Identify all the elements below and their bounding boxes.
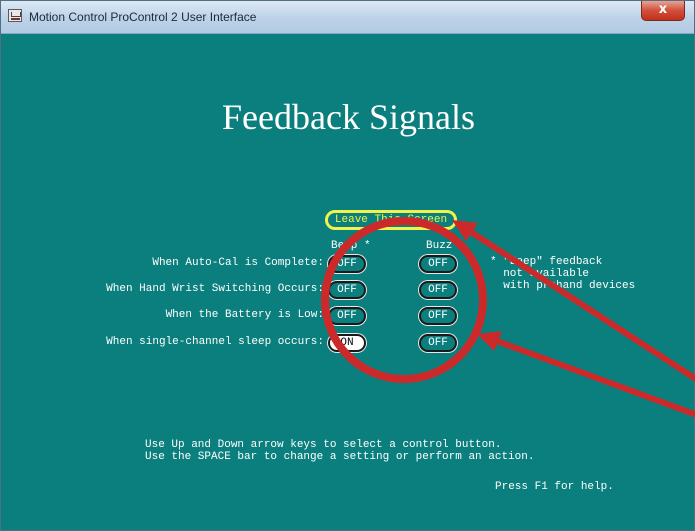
note-line: not available <box>503 268 590 280</box>
help-line: Use Up and Down arrow keys to select a c… <box>145 439 502 451</box>
buzz-toggle-battery-low[interactable]: OFF <box>419 307 457 325</box>
app-icon <box>8 9 22 22</box>
note-line: with prohand devices <box>503 280 636 292</box>
help-line: Use the SPACE bar to change a setting or… <box>145 451 535 463</box>
client-area: Feedback Signals Leave This Screen Beep … <box>8 34 689 525</box>
beep-asterisk: * <box>364 240 371 252</box>
note-asterisk: * <box>490 256 497 268</box>
page-title: Feedback Signals <box>222 97 475 137</box>
buzz-column-header: Buzz <box>426 240 453 252</box>
window-title: Motion Control ProControl 2 User Interfa… <box>29 10 257 24</box>
row-label-sleep: When single-channel sleep occurs: <box>106 336 324 348</box>
row-label-auto-cal: When Auto-Cal is Complete: <box>152 257 324 269</box>
beep-toggle-hand-wrist[interactable]: OFF <box>328 281 366 299</box>
app-window: Motion Control ProControl 2 User Interfa… <box>0 0 695 531</box>
title-bar[interactable]: Motion Control ProControl 2 User Interfa… <box>1 1 694 34</box>
leave-screen-button[interactable]: Leave This Screen <box>325 210 457 230</box>
row-label-hand-wrist: When Hand Wrist Switching Occurs: <box>106 283 324 295</box>
beep-header-label: Beep <box>331 240 358 252</box>
buzz-toggle-hand-wrist[interactable]: OFF <box>419 281 457 299</box>
row-label-battery-low: When the Battery is Low: <box>165 309 324 321</box>
beep-toggle-sleep[interactable]: ON <box>328 334 366 352</box>
beep-column-header: Beep * <box>331 240 371 252</box>
close-button[interactable]: x <box>641 1 685 21</box>
buzz-toggle-auto-cal[interactable]: OFF <box>419 255 457 273</box>
keyboard-help-text: Use Up and Down arrow keys to select a c… <box>145 439 534 463</box>
beep-toggle-auto-cal[interactable]: OFF <box>328 255 366 273</box>
note-line: "Beep" feedback <box>503 256 603 268</box>
beep-toggle-battery-low[interactable]: OFF <box>328 307 366 325</box>
buzz-toggle-sleep[interactable]: OFF <box>419 334 457 352</box>
beep-availability-note: * "Beep" feedback not available with pro… <box>490 256 635 292</box>
f1-help-hint: Press F1 for help. <box>495 481 614 493</box>
